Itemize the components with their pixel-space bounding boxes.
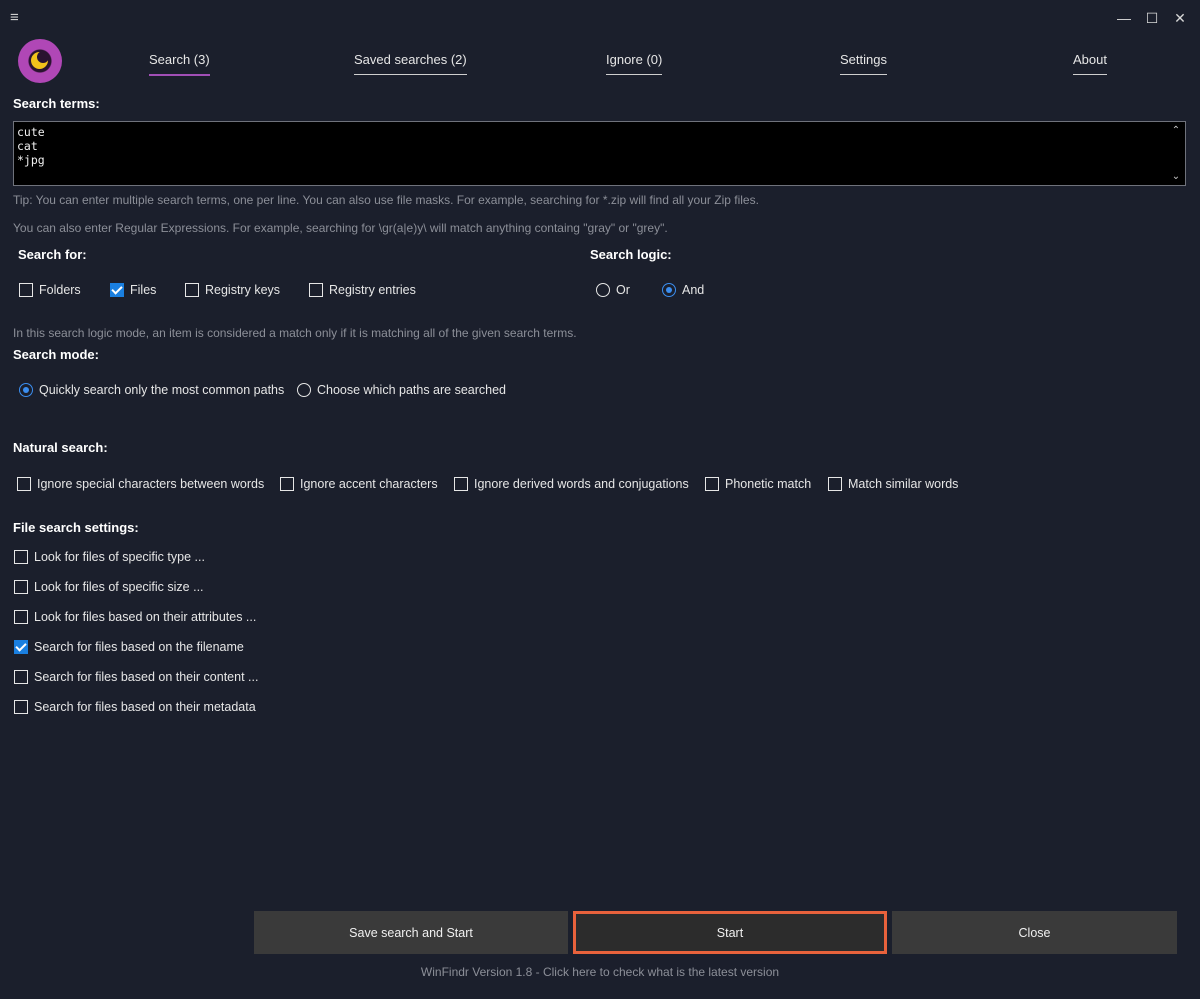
metadata-checkbox[interactable]: Search for files based on their metadata xyxy=(14,700,256,714)
start-button[interactable]: Start xyxy=(573,911,887,954)
checkbox-label: Look for files of specific size ... xyxy=(34,580,204,594)
checkbox-icon[interactable] xyxy=(14,580,28,594)
ignore-special-chars-checkbox[interactable]: Ignore special characters between words xyxy=(17,477,264,491)
checkbox-checked-icon[interactable] xyxy=(110,283,124,297)
radio-label: Or xyxy=(616,283,630,297)
scroll-up-icon[interactable]: ⌃ xyxy=(1169,124,1183,138)
logic-or-radio[interactable]: Or xyxy=(596,283,630,297)
checkbox-icon[interactable] xyxy=(185,283,199,297)
search-term-line: cat xyxy=(17,139,38,153)
folders-checkbox[interactable]: Folders xyxy=(19,283,81,297)
checkbox-label: Ignore derived words and conjugations xyxy=(474,477,689,491)
match-similar-words-checkbox[interactable]: Match similar words xyxy=(828,477,958,491)
search-logic-heading: Search logic: xyxy=(590,247,672,262)
ignore-accent-checkbox[interactable]: Ignore accent characters xyxy=(280,477,438,491)
tab-saved-searches[interactable]: Saved searches (2) xyxy=(354,52,467,75)
checkbox-icon[interactable] xyxy=(19,283,33,297)
natural-search-heading: Natural search: xyxy=(13,440,108,455)
save-search-and-start-button[interactable]: Save search and Start xyxy=(254,911,568,954)
checkbox-label: Match similar words xyxy=(848,477,959,491)
version-check-link[interactable]: WinFindr Version 1.8 - Click here to che… xyxy=(0,965,1200,979)
checkbox-label: Look for files based on their attributes… xyxy=(34,610,257,624)
checkbox-label: Registry entries xyxy=(329,283,416,297)
checkbox-label: Ignore accent characters xyxy=(300,477,438,491)
search-term-line: *jpg xyxy=(17,153,45,167)
minimize-button[interactable]: — xyxy=(1113,8,1135,28)
files-checkbox[interactable]: Files xyxy=(110,283,156,297)
scroll-down-icon[interactable]: ⌄ xyxy=(1169,170,1183,184)
registry-keys-checkbox[interactable]: Registry keys xyxy=(185,283,280,297)
regex-tip: You can also enter Regular Expressions. … xyxy=(13,221,668,235)
search-mode-heading: Search mode: xyxy=(13,347,99,362)
search-for-heading: Search for: xyxy=(18,247,87,262)
radio-label: Choose which paths are searched xyxy=(317,383,507,397)
tab-search[interactable]: Search (3) xyxy=(149,52,210,76)
filename-checkbox[interactable]: Search for files based on the filename xyxy=(14,640,244,654)
checkbox-icon[interactable] xyxy=(309,283,323,297)
radio-icon[interactable] xyxy=(297,383,311,397)
checkbox-icon[interactable] xyxy=(14,700,28,714)
radio-selected-icon[interactable] xyxy=(662,283,676,297)
checkbox-label: Look for files of specific type ... xyxy=(34,550,205,564)
tab-ignore[interactable]: Ignore (0) xyxy=(606,52,663,75)
specific-type-checkbox[interactable]: Look for files of specific type ... xyxy=(14,550,205,564)
radio-label: Quickly search only the most common path… xyxy=(39,383,285,397)
tab-about[interactable]: About xyxy=(1073,52,1107,75)
terms-scrollbar[interactable]: ⌃ ⌄ xyxy=(1169,124,1183,184)
choose-paths-radio[interactable]: Choose which paths are searched xyxy=(297,383,506,397)
search-terms-heading: Search terms: xyxy=(13,96,100,111)
checkbox-icon[interactable] xyxy=(828,477,842,491)
close-button[interactable]: Close xyxy=(892,911,1177,954)
logic-and-radio[interactable]: And xyxy=(662,283,704,297)
checkbox-icon[interactable] xyxy=(17,477,31,491)
radio-label: And xyxy=(682,283,705,297)
tab-settings[interactable]: Settings xyxy=(840,52,887,75)
phonetic-match-checkbox[interactable]: Phonetic match xyxy=(705,477,811,491)
checkbox-label: Registry keys xyxy=(205,283,281,297)
checkbox-icon[interactable] xyxy=(14,550,28,564)
checkbox-icon[interactable] xyxy=(705,477,719,491)
file-search-settings-heading: File search settings: xyxy=(13,520,139,535)
quick-search-radio[interactable]: Quickly search only the most common path… xyxy=(19,383,284,397)
checkbox-icon[interactable] xyxy=(280,477,294,491)
checkbox-label: Search for files based on the filename xyxy=(34,640,244,654)
checkbox-checked-icon[interactable] xyxy=(14,640,28,654)
specific-size-checkbox[interactable]: Look for files of specific size ... xyxy=(14,580,204,594)
hamburger-menu-icon[interactable]: ≡ xyxy=(10,10,26,26)
checkbox-label: Ignore special characters between words xyxy=(37,477,265,491)
checkbox-label: Phonetic match xyxy=(725,477,812,491)
search-logic-note: In this search logic mode, an item is co… xyxy=(13,326,577,340)
maximize-button[interactable]: ☐ xyxy=(1141,8,1163,28)
checkbox-label: Search for files based on their metadata xyxy=(34,700,256,714)
checkbox-icon[interactable] xyxy=(14,610,28,624)
checkbox-label: Folders xyxy=(39,283,81,297)
app-logo-icon xyxy=(18,39,62,83)
checkbox-label: Search for files based on their content … xyxy=(34,670,259,684)
search-term-line: cute xyxy=(17,125,45,139)
registry-entries-checkbox[interactable]: Registry entries xyxy=(309,283,416,297)
attributes-checkbox[interactable]: Look for files based on their attributes… xyxy=(14,610,256,624)
search-terms-input[interactable]: cute cat *jpg ⌃ ⌄ xyxy=(13,121,1186,186)
close-window-button[interactable]: ✕ xyxy=(1169,8,1191,28)
ignore-derived-words-checkbox[interactable]: Ignore derived words and conjugations xyxy=(454,477,689,491)
search-terms-tip: Tip: You can enter multiple search terms… xyxy=(13,193,759,207)
checkbox-label: Files xyxy=(130,283,157,297)
checkbox-icon[interactable] xyxy=(454,477,468,491)
radio-icon[interactable] xyxy=(596,283,610,297)
checkbox-icon[interactable] xyxy=(14,670,28,684)
content-checkbox[interactable]: Search for files based on their content … xyxy=(14,670,258,684)
radio-selected-icon[interactable] xyxy=(19,383,33,397)
